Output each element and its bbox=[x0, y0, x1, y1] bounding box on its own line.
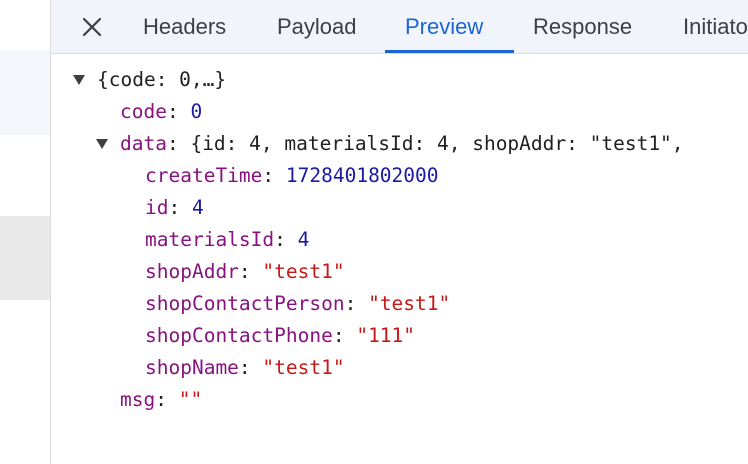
json-value: 4 bbox=[297, 228, 310, 251]
json-field-id: id: 4 bbox=[145, 196, 204, 219]
tab-preview[interactable]: Preview bbox=[405, 0, 483, 54]
close-button[interactable] bbox=[77, 12, 107, 42]
json-value: 1728401802000 bbox=[285, 164, 439, 187]
json-value: "test1" bbox=[262, 260, 345, 283]
request-list-row[interactable] bbox=[0, 50, 50, 135]
json-key: data bbox=[120, 132, 167, 155]
json-field-shopaddr: shopAddr: "test1" bbox=[145, 260, 345, 283]
json-key: materialsId bbox=[145, 228, 275, 251]
json-value: "test1" bbox=[368, 292, 451, 315]
json-value: 0 bbox=[190, 100, 203, 123]
json-field-createtime: createTime: 1728401802000 bbox=[145, 164, 439, 187]
active-tab-indicator bbox=[385, 50, 514, 53]
tab-headers[interactable]: Headers bbox=[143, 0, 226, 54]
json-field-materialsid: materialsId: 4 bbox=[145, 228, 310, 251]
root-summary-text: {code: 0,…} bbox=[97, 68, 227, 91]
json-key: shopName bbox=[145, 356, 239, 379]
request-list-row-selected[interactable] bbox=[0, 216, 50, 300]
json-key: msg bbox=[120, 388, 156, 411]
json-field-data[interactable]: data: {id: 4, materialsId: 4, shopAddr: … bbox=[120, 128, 684, 160]
close-icon bbox=[82, 17, 102, 37]
json-key: shopContactPerson bbox=[145, 292, 345, 315]
json-root-summary[interactable]: {code: 0,…} bbox=[97, 64, 226, 96]
json-value: "111" bbox=[356, 324, 416, 347]
tab-response[interactable]: Response bbox=[533, 0, 632, 54]
json-preview: {code: 0,…} code: 0 data: {id: 4, materi… bbox=[51, 54, 748, 464]
json-key: createTime bbox=[145, 164, 263, 187]
json-value: "test1" bbox=[262, 356, 345, 379]
json-key: shopAddr bbox=[145, 260, 239, 283]
tab-initiator[interactable]: Initiato bbox=[683, 0, 748, 54]
json-value: 4 bbox=[191, 196, 204, 219]
json-field-shopcontactphone: shopContactPhone: "111" bbox=[145, 324, 416, 347]
json-field-shopcontactperson: shopContactPerson: "test1" bbox=[145, 292, 451, 315]
data-summary-text: {id: 4, materialsId: 4, shopAddr: "test1… bbox=[190, 132, 684, 155]
json-field-msg: msg: "" bbox=[120, 388, 203, 411]
tab-payload[interactable]: Payload bbox=[277, 0, 357, 54]
json-key: id bbox=[145, 196, 169, 219]
json-field-shopname: shopName: "test1" bbox=[145, 356, 345, 379]
detail-tab-bar: Headers Payload Preview Response Initiat… bbox=[51, 0, 748, 54]
triangle-down-icon[interactable] bbox=[73, 75, 85, 85]
json-key: code bbox=[120, 100, 167, 123]
json-field-code: code: 0 bbox=[120, 100, 203, 123]
json-value: "" bbox=[178, 388, 203, 411]
triangle-down-icon[interactable] bbox=[96, 139, 108, 149]
devtools-network-panel: Headers Payload Preview Response Initiat… bbox=[0, 0, 748, 464]
json-key: shopContactPhone bbox=[145, 324, 333, 347]
